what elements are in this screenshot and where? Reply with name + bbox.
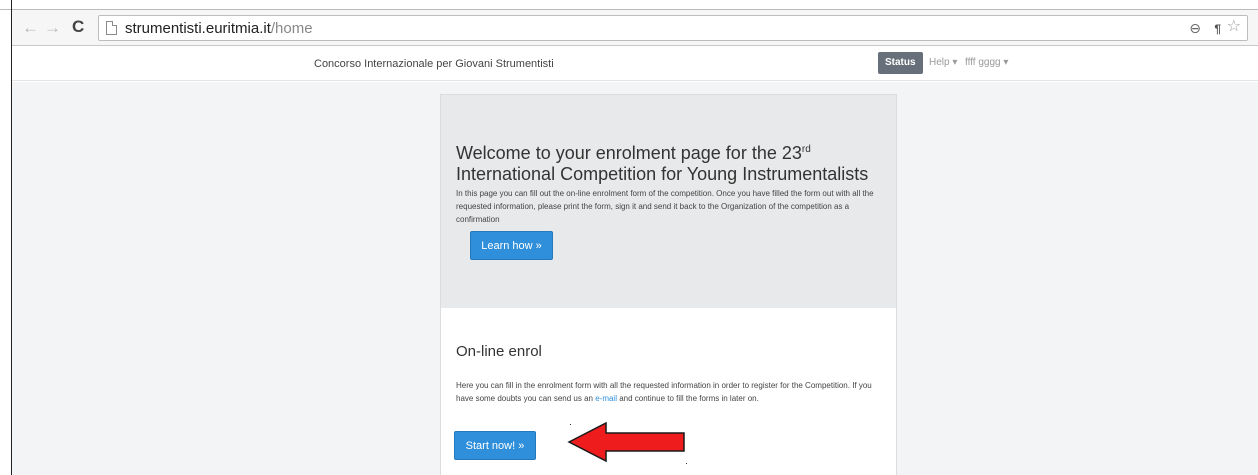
site-brand[interactable]: Concorso Internazionale per Giovani Stru… <box>314 58 554 70</box>
welcome-title: Welcome to your enrolment page for the 2… <box>456 143 876 185</box>
learn-how-button[interactable]: Learn how » <box>470 231 553 260</box>
welcome-text: In this page you can fill out the on-lin… <box>456 189 874 224</box>
address-bar[interactable]: strumentisti.euritmia.it/home ⊖ ¶ ☆ <box>98 15 1248 41</box>
welcome-title-line1: Welcome to your enrolment page for the 2… <box>456 143 802 163</box>
url-host: strumentisti.euritmia.it <box>125 20 271 37</box>
url-text[interactable]: strumentisti.euritmia.it/home <box>125 20 313 37</box>
welcome-title-sup: rd <box>801 144 811 155</box>
page-icon <box>106 21 117 35</box>
help-dropdown[interactable]: Help ▾ <box>929 57 957 68</box>
user-dropdown[interactable]: ffff gggg ▾ <box>965 57 1008 68</box>
translate-icon[interactable]: ¶ <box>1214 21 1221 37</box>
main-content: Welcome to your enrolment page for the 2… <box>440 94 897 475</box>
zoom-icon[interactable]: ⊖ <box>1189 20 1201 36</box>
red-arrow-annotation <box>567 421 685 463</box>
back-arrow-icon[interactable]: ← <box>22 19 39 36</box>
bookmark-star-icon[interactable]: ☆ <box>1227 19 1241 35</box>
online-enrol-text: Here you can fill in the enrolment form … <box>456 379 888 405</box>
email-link[interactable]: e-mail <box>595 394 617 403</box>
url-path: /home <box>270 20 313 37</box>
forward-arrow-icon[interactable]: → <box>44 19 61 36</box>
welcome-title-line2: International Competition for Young Inst… <box>456 164 869 184</box>
online-enrol-title: On-line enrol <box>456 343 542 360</box>
reload-icon[interactable]: C <box>72 18 84 35</box>
site-navbar: Concorso Internazionale per Giovani Stru… <box>12 47 1258 81</box>
start-now-button[interactable]: Start now! » <box>454 431 536 460</box>
welcome-jumbotron: Welcome to your enrolment page for the 2… <box>441 95 896 308</box>
enrol-text-part2: and continue to fill the forms in later … <box>616 394 759 403</box>
status-button[interactable]: Status <box>878 52 923 74</box>
browser-toolbar: ← → C strumentisti.euritmia.it/home ⊖ ¶ … <box>12 10 1258 46</box>
